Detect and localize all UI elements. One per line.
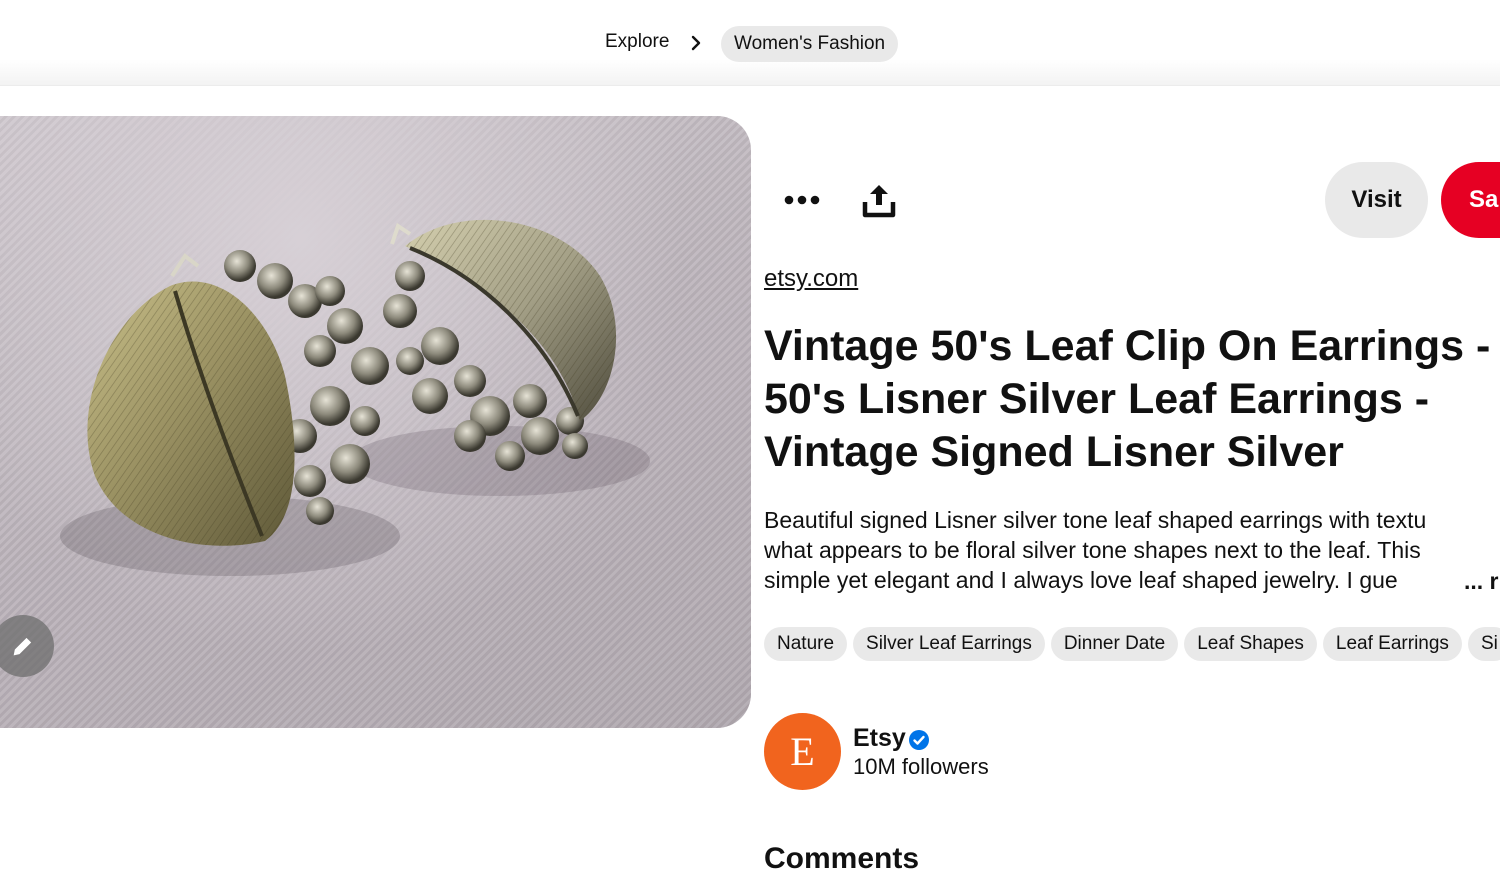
ellipsis-icon	[784, 195, 820, 205]
pin-image[interactable]	[0, 116, 751, 728]
breadcrumb-category-pill[interactable]: Women's Fashion	[721, 26, 899, 62]
share-button[interactable]	[856, 176, 902, 224]
tag-pill[interactable]: Silver Leaf Earrings	[853, 627, 1045, 661]
tag-pill[interactable]: Leaf Earrings	[1322, 627, 1462, 661]
upload-share-icon	[862, 185, 896, 218]
pin-description: Beautiful signed Lisner silver tone leaf…	[764, 505, 1500, 597]
top-breadcrumb-bar: Explore Women's Fashion	[0, 0, 1500, 86]
breadcrumb-explore-link[interactable]: Explore	[605, 31, 669, 53]
visit-button[interactable]: Visit	[1325, 162, 1428, 238]
tag-list: Nature Silver Leaf Earrings Dinner Date Lea…	[764, 627, 1500, 663]
comments-heading: Comments	[764, 842, 920, 875]
creator-name[interactable]: Etsy	[853, 724, 906, 753]
tag-pill[interactable]: Leaf Shapes	[1184, 627, 1317, 661]
save-button[interactable]: Sa	[1441, 162, 1500, 238]
more-options-button[interactable]	[778, 178, 826, 222]
earrings-photo	[60, 219, 650, 576]
tag-pill[interactable]: Nature	[764, 627, 848, 661]
tag-pill[interactable]: Dinner Date	[1050, 627, 1179, 661]
chevron-right-icon	[691, 35, 701, 51]
read-more-link[interactable]: ... r	[1460, 566, 1499, 596]
pencil-icon	[13, 637, 32, 656]
pin-title: Vintage 50's Leaf Clip On Earrings - 50'…	[764, 322, 1491, 476]
creator-followers: 10M followers	[853, 754, 989, 779]
description-line: Beautiful signed Lisner silver tone leaf…	[764, 507, 1427, 533]
source-link[interactable]: etsy.com	[764, 265, 858, 293]
description-line: what appears to be floral silver tone sh…	[764, 537, 1421, 563]
creator-avatar[interactable]: E	[764, 713, 841, 790]
tag-pill[interactable]: Si	[1467, 627, 1500, 661]
verified-badge-icon	[909, 730, 929, 750]
description-line: simple yet elegant and I always love lea…	[764, 567, 1398, 593]
